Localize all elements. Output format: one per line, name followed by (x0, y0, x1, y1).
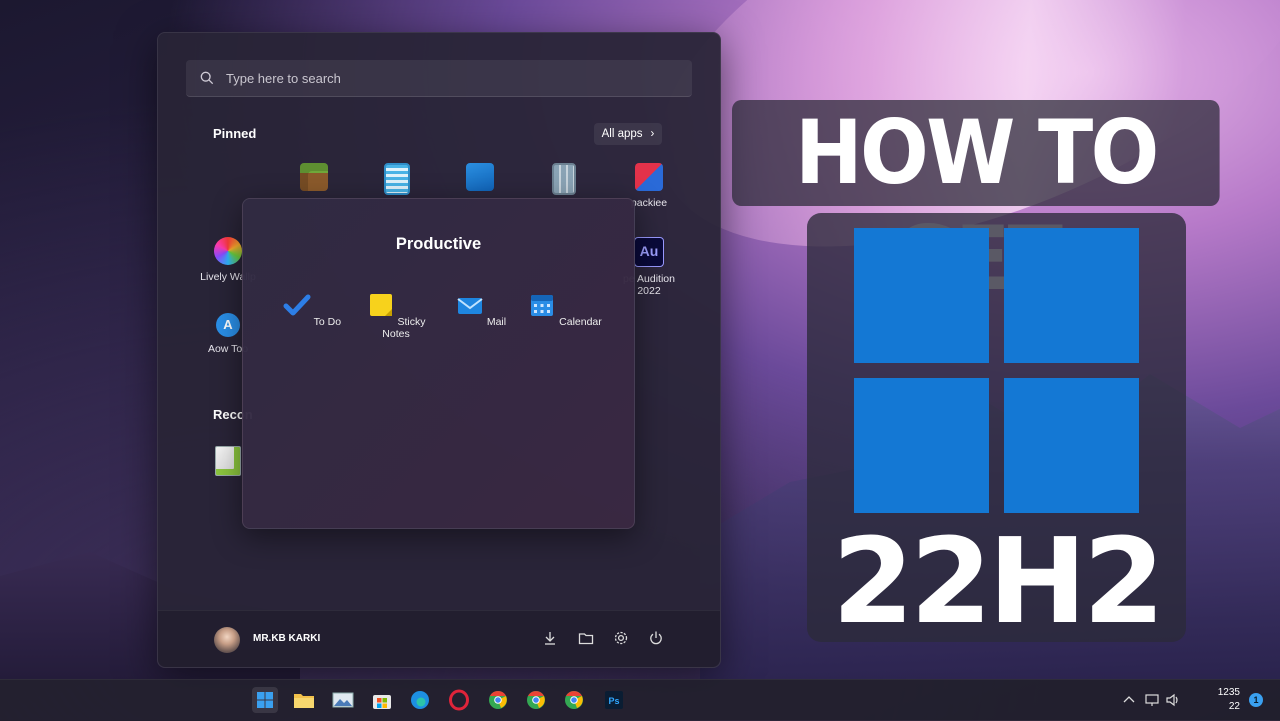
pinned-app-calculator[interactable] (524, 163, 604, 201)
taskbar-store[interactable] (369, 687, 395, 713)
taskbar-photos[interactable] (330, 687, 356, 713)
chevron-right-icon: › (650, 128, 655, 140)
start-menu-footer: MR.KB KARKI (158, 610, 720, 667)
recommended-file-icon[interactable] (215, 446, 241, 476)
store-icon (373, 695, 391, 709)
todo-icon (283, 294, 311, 316)
speaker-icon[interactable] (1165, 692, 1181, 708)
edge-icon (411, 691, 429, 709)
notification-badge[interactable]: 1 (1249, 693, 1263, 707)
chrome-icon (565, 691, 583, 709)
taskbar-start-button[interactable] (252, 687, 278, 713)
clock-date: 22 (1228, 701, 1240, 712)
image-viewer-icon (332, 692, 354, 708)
opera-icon (449, 689, 469, 711)
search-icon (200, 71, 214, 85)
windows-logo-card: 22H2 (807, 213, 1186, 642)
folder-title[interactable]: Productive (243, 235, 634, 254)
chrome-icon (527, 691, 545, 709)
taskbar-chrome-1[interactable] (485, 687, 511, 713)
avatar[interactable] (214, 627, 240, 653)
photos-icon (466, 163, 494, 191)
clock[interactable]: 1235 22 (1206, 686, 1240, 714)
taskbar-edge[interactable] (407, 687, 433, 713)
search-box[interactable] (186, 60, 692, 97)
svg-text:Ps: Ps (608, 696, 619, 706)
windows-logo-tile (854, 378, 989, 513)
settings-gear-icon[interactable] (613, 630, 629, 646)
folder-app-mail[interactable]: Mail (439, 291, 523, 328)
downloads-icon[interactable] (542, 630, 558, 646)
taskbar: Ps 1235 22 1 (0, 679, 1280, 721)
sticky-notes-icon (369, 294, 392, 316)
folder-app-label: Mail (486, 316, 507, 328)
mail-icon (457, 298, 483, 314)
folder-app-label: To Do (313, 316, 342, 328)
folder-app-label: Sticky Notes (382, 316, 426, 340)
calendar-icon (531, 295, 554, 316)
app-icon (635, 163, 663, 191)
pinned-section-title: Pinned (213, 126, 257, 141)
headline-banner: HOW TO GET (732, 100, 1220, 310)
pinned-app-label: packiee (630, 197, 668, 209)
adobe-audition-icon: Au (634, 237, 664, 267)
user-name[interactable]: MR.KB KARKI (253, 633, 320, 644)
pinned-app-notepad[interactable] (357, 163, 437, 201)
taskbar-photoshop[interactable]: Ps (601, 687, 627, 713)
all-apps-button[interactable]: All apps › (594, 123, 662, 145)
notepad-icon (384, 163, 410, 195)
clock-time: 1235 (1217, 687, 1240, 698)
search-input[interactable] (224, 69, 668, 87)
lively-wallpaper-icon (214, 237, 242, 265)
taskbar-file-explorer[interactable] (291, 687, 317, 713)
all-apps-label: All apps (601, 128, 643, 140)
folder-app-calendar[interactable]: Calendar (523, 291, 607, 328)
chrome-icon (489, 691, 507, 709)
pinned-folder-popup: Productive To Do Sticky Notes Mail Calen… (242, 198, 635, 529)
network-icon[interactable] (1144, 692, 1160, 708)
file-explorer-icon[interactable] (578, 630, 594, 646)
windows-logo-tile (1004, 228, 1139, 363)
chevron-up-icon[interactable] (1121, 692, 1137, 708)
version-label: 22H2 (831, 512, 1165, 650)
power-icon[interactable] (648, 630, 664, 646)
pinned-app-photos[interactable] (440, 163, 520, 197)
taskbar-chrome-2[interactable] (523, 687, 549, 713)
taskbar-chrome-3[interactable] (561, 687, 587, 713)
calculator-icon (552, 163, 576, 195)
windows-logo-tile (1004, 378, 1139, 513)
aow-tool-icon: A (216, 313, 240, 337)
pinned-app-minecraft[interactable] (274, 163, 354, 197)
taskbar-opera[interactable] (446, 687, 472, 713)
folder-app-sticky-notes[interactable]: Sticky Notes (354, 291, 438, 340)
photoshop-icon: Ps (605, 691, 623, 709)
windows-logo-tile (854, 228, 989, 363)
folder-icon (294, 694, 314, 708)
minecraft-icon (300, 163, 328, 191)
windows-start-icon (257, 692, 273, 708)
folder-app-label: Calendar (559, 316, 602, 328)
folder-app-todo[interactable]: To Do (270, 291, 354, 328)
